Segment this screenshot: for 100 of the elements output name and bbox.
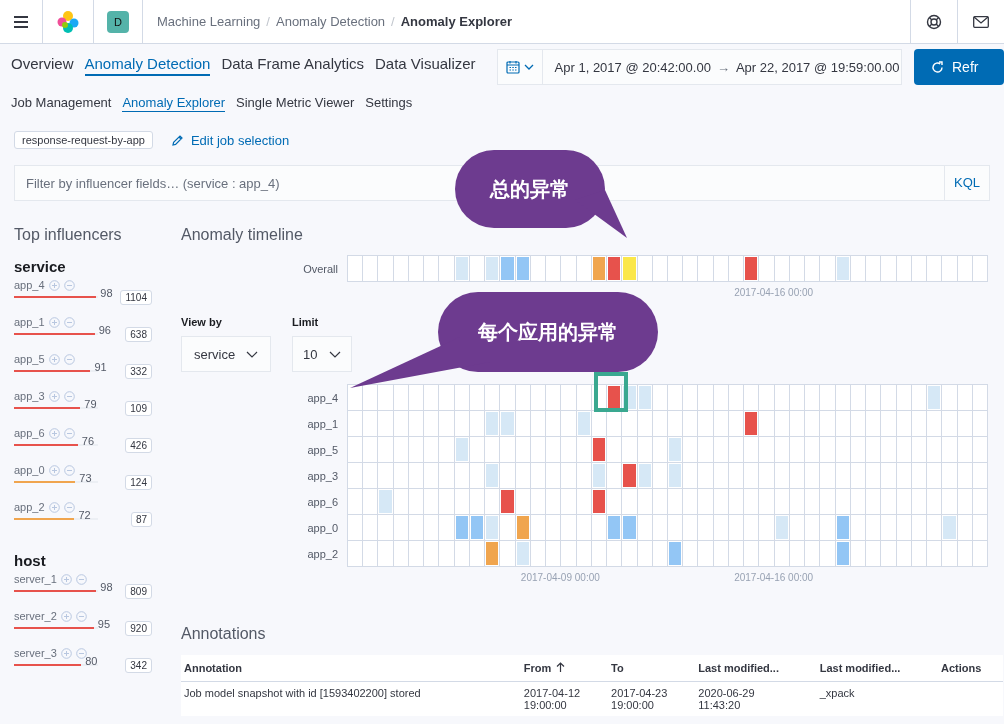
plus-icon[interactable] bbox=[48, 316, 60, 328]
swimlane-cell[interactable] bbox=[759, 515, 775, 541]
swimlane-cell[interactable] bbox=[561, 411, 577, 437]
minus-icon[interactable] bbox=[63, 427, 75, 439]
end-date[interactable]: Apr 22, 2017 @ 19:59:00.00 bbox=[735, 59, 900, 75]
swimlane-cell[interactable] bbox=[348, 489, 364, 515]
swimlane-cell[interactable] bbox=[820, 463, 836, 489]
swimlane-cell[interactable] bbox=[378, 463, 394, 489]
minus-icon[interactable] bbox=[63, 279, 75, 291]
swimlane-cell[interactable] bbox=[546, 256, 562, 282]
swimlane-cell[interactable] bbox=[424, 515, 440, 541]
swimlane-cell[interactable] bbox=[881, 411, 897, 437]
swimlane-cell[interactable] bbox=[439, 385, 455, 411]
swimlane-cell[interactable] bbox=[927, 541, 943, 567]
swimlane-cell[interactable] bbox=[668, 411, 684, 437]
swimlane-cell[interactable] bbox=[942, 489, 958, 515]
column-header[interactable]: From bbox=[520, 655, 609, 682]
swimlane-cell[interactable] bbox=[500, 489, 516, 515]
swimlane-cell[interactable] bbox=[485, 256, 501, 282]
swimlane-cell[interactable] bbox=[866, 489, 882, 515]
swimlane-cell[interactable] bbox=[744, 411, 760, 437]
swimlane-cell[interactable] bbox=[668, 541, 684, 567]
swimlane-cell[interactable] bbox=[622, 411, 638, 437]
swimlane-cell[interactable] bbox=[866, 463, 882, 489]
sub-tab[interactable]: Job Management bbox=[11, 95, 112, 112]
minus-icon[interactable] bbox=[63, 464, 75, 476]
swimlane-cell[interactable] bbox=[698, 411, 714, 437]
swimlane-cell[interactable] bbox=[942, 385, 958, 411]
swimlane-cell[interactable] bbox=[622, 256, 638, 282]
swimlane-cell[interactable] bbox=[424, 437, 440, 463]
swimlane-cell[interactable] bbox=[607, 411, 623, 437]
swimlane-cell[interactable] bbox=[866, 541, 882, 567]
swimlane-cell[interactable] bbox=[866, 256, 882, 282]
swimlane-cell[interactable] bbox=[942, 463, 958, 489]
nav-tab[interactable]: Anomaly Detection bbox=[84, 54, 211, 76]
swimlane-cell[interactable] bbox=[378, 437, 394, 463]
swimlane-cell[interactable] bbox=[668, 489, 684, 515]
swimlane-cell[interactable] bbox=[668, 385, 684, 411]
swimlane-cell[interactable] bbox=[622, 437, 638, 463]
swimlane-cell[interactable] bbox=[439, 256, 455, 282]
swimlane-cell[interactable] bbox=[439, 411, 455, 437]
swimlane-cell[interactable] bbox=[942, 515, 958, 541]
swimlane-cell[interactable] bbox=[500, 463, 516, 489]
swimlane-cell[interactable] bbox=[759, 541, 775, 567]
swimlane-cell[interactable] bbox=[927, 411, 943, 437]
swimlane-cell[interactable] bbox=[561, 385, 577, 411]
swimlane-cell[interactable] bbox=[485, 437, 501, 463]
swimlane-cell[interactable] bbox=[698, 463, 714, 489]
swimlane-cell[interactable] bbox=[927, 385, 943, 411]
swimlane-cell[interactable] bbox=[698, 437, 714, 463]
column-header[interactable]: Last modified... bbox=[816, 655, 939, 682]
swimlane-cell[interactable] bbox=[942, 541, 958, 567]
swimlane-cell[interactable] bbox=[348, 437, 364, 463]
swimlane-cell[interactable] bbox=[485, 489, 501, 515]
minus-icon[interactable] bbox=[75, 573, 87, 585]
swimlane-cell[interactable] bbox=[759, 385, 775, 411]
logo-icon[interactable] bbox=[56, 9, 80, 34]
breadcrumb[interactable]: Anomaly Detection bbox=[276, 14, 386, 29]
swimlane-cell[interactable] bbox=[683, 256, 699, 282]
swimlane-cell[interactable] bbox=[668, 515, 684, 541]
swimlane-cell[interactable] bbox=[744, 385, 760, 411]
swimlane-cell[interactable] bbox=[805, 489, 821, 515]
swimlane-cell[interactable] bbox=[820, 411, 836, 437]
swimlane-cell[interactable] bbox=[820, 489, 836, 515]
swimlane-cell[interactable] bbox=[683, 385, 699, 411]
sub-tab[interactable]: Anomaly Explorer bbox=[122, 95, 226, 112]
refresh-button[interactable]: Refr bbox=[914, 49, 1004, 85]
swimlane-cell[interactable] bbox=[759, 437, 775, 463]
swimlane-cell[interactable] bbox=[485, 385, 501, 411]
swimlane-cell[interactable] bbox=[805, 515, 821, 541]
swimlane-cell[interactable] bbox=[881, 515, 897, 541]
swimlane-cell[interactable] bbox=[698, 515, 714, 541]
swimlane-cell[interactable] bbox=[485, 463, 501, 489]
swimlane-cell[interactable] bbox=[363, 411, 379, 437]
swimlane-cell[interactable] bbox=[759, 411, 775, 437]
swimlane-cell[interactable] bbox=[927, 489, 943, 515]
plus-icon[interactable] bbox=[48, 464, 60, 476]
swimlane-cell[interactable] bbox=[805, 385, 821, 411]
swimlane-cell[interactable] bbox=[424, 489, 440, 515]
swimlane-cell[interactable] bbox=[698, 385, 714, 411]
swimlane-cell[interactable] bbox=[683, 463, 699, 489]
swimlane-cell[interactable] bbox=[942, 411, 958, 437]
swimlane-cell[interactable] bbox=[500, 385, 516, 411]
swimlane-cell[interactable] bbox=[378, 256, 394, 282]
swimlane-cell[interactable] bbox=[439, 489, 455, 515]
swimlane-cell[interactable] bbox=[439, 541, 455, 567]
swimlane-cell[interactable] bbox=[424, 541, 440, 567]
swimlane-cell[interactable] bbox=[683, 515, 699, 541]
nav-tab[interactable]: Data Frame Analytics bbox=[221, 54, 364, 76]
swimlane-cell[interactable] bbox=[439, 515, 455, 541]
swimlane-cell[interactable] bbox=[546, 385, 562, 411]
swimlane-cell[interactable] bbox=[668, 256, 684, 282]
swimlane-cell[interactable] bbox=[424, 385, 440, 411]
swimlane-cell[interactable] bbox=[348, 515, 364, 541]
minus-icon[interactable] bbox=[63, 353, 75, 365]
swimlane-cell[interactable] bbox=[561, 463, 577, 489]
swimlane-cell[interactable] bbox=[668, 437, 684, 463]
swimlane-cell[interactable] bbox=[622, 489, 638, 515]
swimlane-cell[interactable] bbox=[424, 463, 440, 489]
minus-icon[interactable] bbox=[75, 610, 87, 622]
